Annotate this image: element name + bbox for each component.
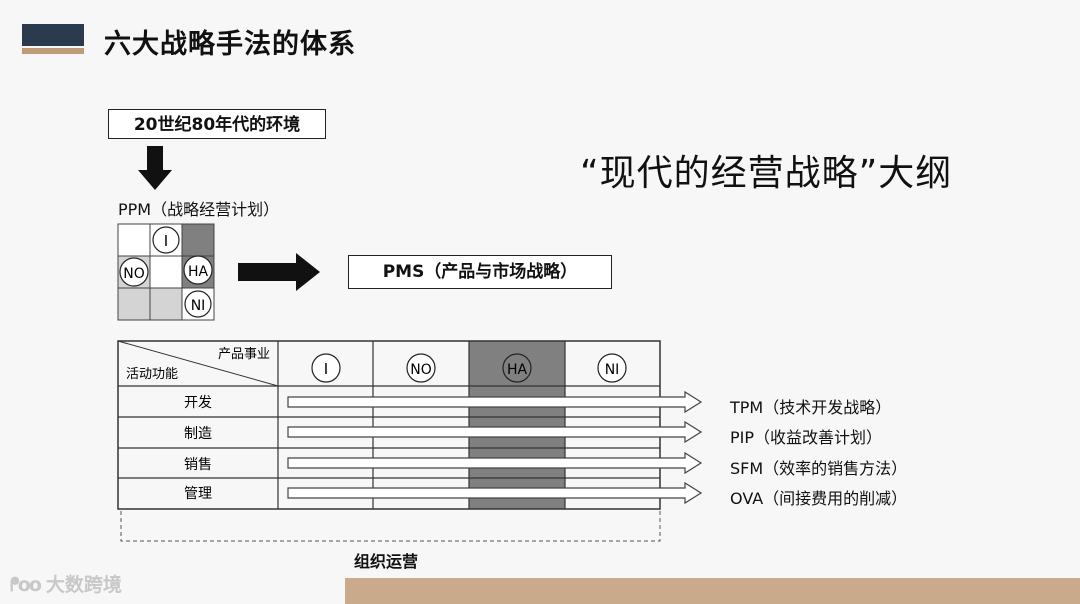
row-label-sales: 销售 [184,457,212,473]
ppm-label-i: I [164,232,168,250]
strategy-pip: PIP（收益改善计划） [730,428,883,447]
org-brace [120,511,661,542]
ppm-label-ni: NI [191,298,206,314]
header-activity-function: 活动功能 [126,367,178,382]
strategy-tpm: TPM（技术开发战略） [730,398,892,417]
row-label-dev: 开发 [184,395,212,411]
watermark: ᖰoo 大数跨境 [10,570,122,597]
col-label-no: NO [410,362,432,378]
table-border [117,340,661,510]
diagram-svg: I NO HA NI 产品事业 活动功能 I NO HA NI 开发 制造 销售 [117,146,703,542]
ppm-cell [181,223,215,257]
function-table: 产品事业 活动功能 I NO HA NI 开发 制造 销售 管理 [117,340,661,510]
strategy-sfm: SFM（效率的销售方法） [730,459,908,478]
down-arrow-icon [138,146,172,190]
bottom-decor-band [345,578,1080,604]
watermark-logo-icon: ᖰoo [10,574,42,596]
ppm-label-ha: HA [188,264,209,280]
ppm-cell [117,287,151,321]
header-product-business: 产品事业 [218,347,270,362]
col-label-ni: NI [605,362,620,378]
strategy-ova: OVA（间接费用的削减） [730,489,908,508]
row-label-mfg: 制造 [184,426,212,442]
ppm-matrix: I NO HA NI [117,223,215,321]
watermark-text: 大数跨境 [45,574,122,596]
col-label-i: I [324,360,328,378]
org-operation-label: 组织运营 [354,552,419,571]
col-label-ha: HA [507,362,528,378]
right-arrow-icon [238,253,320,291]
ppm-cell [117,223,151,257]
ppm-cell [149,287,183,321]
row-label-mgmt: 管理 [184,486,212,502]
ppm-label-no: NO [123,266,145,282]
ppm-cell [149,255,183,289]
